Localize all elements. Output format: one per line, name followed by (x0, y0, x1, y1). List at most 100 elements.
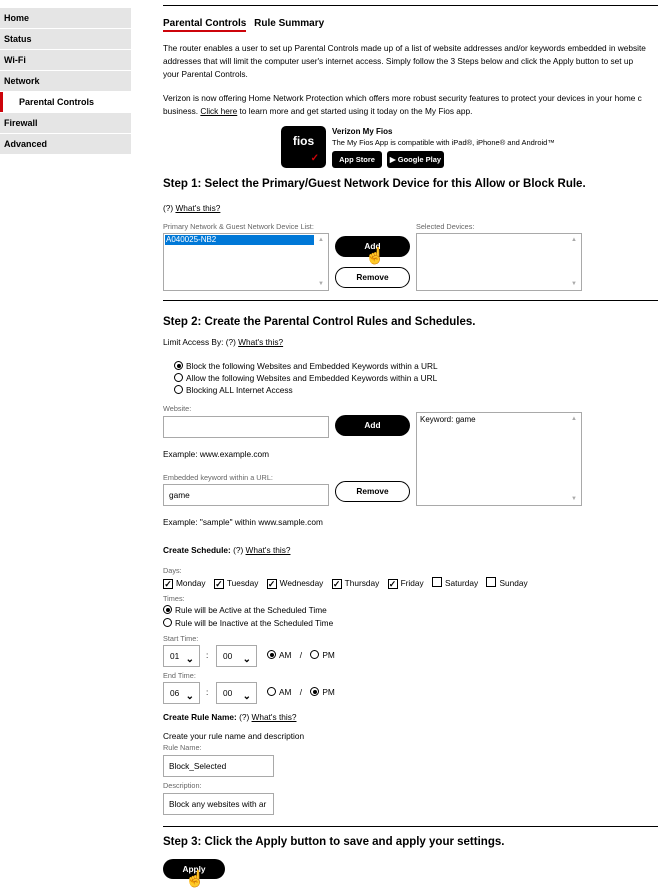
keyword-input[interactable]: game (163, 484, 329, 506)
description-input[interactable]: Block any websites with ar (163, 793, 274, 815)
checkbox-icon[interactable] (486, 577, 497, 587)
radio-icon[interactable] (174, 361, 183, 370)
checkbox-checked-icon[interactable]: ✓ (387, 579, 398, 589)
tab-rule-summary[interactable]: Rule Summary (254, 18, 324, 30)
checkbox-checked-icon[interactable]: ✓ (163, 579, 173, 589)
end-am-radio[interactable]: AM (267, 687, 291, 697)
sidebar-item-status[interactable]: Status (0, 29, 131, 49)
day-label: Friday (400, 578, 424, 588)
day-thursday[interactable]: ✓ Thursday (331, 578, 379, 589)
ampm-slash: / (299, 650, 303, 660)
add-rule-button[interactable]: Add (335, 415, 410, 436)
pm-label: PM (322, 650, 335, 660)
sidebar-item-wifi[interactable]: Wi-Fi (0, 50, 131, 70)
sidebar-item-firewall[interactable]: Firewall (0, 113, 131, 133)
radio-icon[interactable] (163, 618, 172, 627)
schedule-help-prefix: (?) (230, 545, 246, 555)
rule-whats-this-link[interactable]: What's this? (252, 712, 297, 722)
tab-parental-controls[interactable]: Parental Controls (163, 18, 247, 32)
scroll-down-icon[interactable]: ▼ (571, 496, 577, 502)
app-store-button[interactable]: App Store (332, 151, 382, 168)
time-colon: : (206, 687, 209, 697)
day-saturday[interactable]: Saturday (431, 577, 478, 588)
radio-icon[interactable] (267, 687, 276, 696)
option-block-sites[interactable]: Block the following Websites and Embedde… (174, 361, 438, 371)
end-pm-radio[interactable]: PM (310, 687, 335, 697)
device-listbox[interactable]: A040025-NB2 ▲ ▼ (163, 233, 329, 291)
option-label: Rule will be Active at the Scheduled Tim… (175, 605, 327, 615)
radio-icon[interactable] (310, 650, 320, 659)
radio-icon[interactable] (310, 687, 320, 696)
fios-logo[interactable]: fios ✓ (281, 126, 326, 168)
device-option[interactable]: A040025-NB2 (165, 235, 314, 245)
option-label: Blocking ALL Internet Access (186, 385, 293, 395)
rule-name-label: Rule Name: (163, 743, 202, 752)
sidebar-item-home[interactable]: Home (0, 8, 131, 28)
website-label: Website: (163, 404, 192, 413)
scroll-down-icon[interactable]: ▼ (571, 281, 577, 287)
remove-rule-button[interactable]: Remove (335, 481, 410, 502)
option-block-all[interactable]: Blocking ALL Internet Access (174, 385, 293, 395)
option-allow-sites[interactable]: Allow the following Websites and Embedde… (174, 373, 437, 383)
checkbox-checked-icon[interactable]: ✓ (213, 579, 224, 589)
radio-icon[interactable] (174, 385, 183, 394)
rule-name-input[interactable]: Block_Selected (163, 755, 274, 777)
day-friday[interactable]: ✓ Friday (387, 578, 424, 589)
option-inactive-schedule[interactable]: Rule will be Inactive at the Scheduled T… (163, 618, 333, 628)
hnp-suffix: to learn more and get started using it t… (237, 106, 473, 116)
scroll-up-icon[interactable]: ▲ (571, 237, 577, 243)
radio-icon[interactable] (174, 373, 183, 382)
start-minute-select[interactable]: 00 ⌄ (216, 645, 257, 667)
app-subtitle: The My Fios App is compatible with iPad®… (332, 138, 555, 147)
sidebar-item-advanced[interactable]: Advanced (0, 134, 131, 154)
radio-icon[interactable] (163, 605, 172, 614)
sidebar-item-parental-controls[interactable]: Parental Controls (0, 92, 131, 112)
end-ampm: AM / PM (267, 687, 335, 697)
radio-icon[interactable] (267, 650, 276, 659)
option-label: Allow the following Websites and Embedde… (186, 373, 438, 383)
end-minute-select[interactable]: 00 ⌄ (216, 682, 257, 704)
google-play-button[interactable]: ▶ Google Play (387, 151, 444, 168)
scroll-up-icon[interactable]: ▲ (318, 237, 324, 243)
day-monday[interactable]: ✓ Monday (163, 578, 206, 589)
rules-listbox[interactable]: Keyword: game ▲ ▼ (416, 412, 582, 506)
end-minute-value: 00 (223, 688, 233, 698)
start-pm-radio[interactable]: PM (310, 650, 335, 660)
step1-whats-this-link[interactable]: What's this? (175, 203, 220, 213)
checkbox-checked-icon[interactable]: ✓ (331, 579, 342, 589)
day-label: Tuesday (226, 578, 259, 588)
end-hour-select[interactable]: 06 ⌄ (163, 682, 200, 704)
website-input[interactable] (163, 416, 329, 438)
rule-entry[interactable]: Keyword: game (420, 415, 476, 424)
google-play-label: Google Play (397, 155, 442, 164)
chevron-down-icon: ⌄ (185, 691, 194, 702)
scroll-up-icon[interactable]: ▲ (571, 416, 577, 422)
sidebar-item-network[interactable]: Network (0, 71, 131, 91)
limit-whats-this-link[interactable]: What's this? (238, 337, 283, 347)
day-wednesday[interactable]: ✓ Wednesday (266, 578, 323, 589)
day-tuesday[interactable]: ✓ Tuesday (213, 578, 259, 589)
click-here-link[interactable]: Click here (200, 106, 237, 116)
app-store-label: App Store (339, 155, 375, 164)
schedule-whats-this-link[interactable]: What's this? (246, 545, 291, 555)
scroll-down-icon[interactable]: ▼ (318, 281, 324, 287)
check-icon: ✓ (310, 153, 319, 164)
remove-device-button[interactable]: Remove (335, 267, 410, 288)
hnp-line-2: business. Click here to learn more and g… (163, 105, 658, 119)
selected-devices-listbox[interactable]: ▲ ▼ (416, 233, 582, 291)
selected-devices-label: Selected Devices: (416, 222, 475, 231)
start-time-label: Start Time: (163, 634, 199, 643)
end-hour-value: 06 (170, 688, 180, 698)
start-am-radio[interactable]: AM (267, 650, 291, 660)
step1-help: (?) What's this? (163, 203, 220, 213)
fios-logo-text: fios (292, 134, 315, 148)
option-active-schedule[interactable]: Rule will be Active at the Scheduled Tim… (163, 605, 327, 615)
checkbox-checked-icon[interactable]: ✓ (266, 579, 277, 589)
times-label: Times: (163, 594, 185, 603)
hand-cursor-icon: ☝ (365, 248, 385, 265)
intro-line-3: your Parental Controls. (163, 69, 248, 79)
start-hour-select[interactable]: 01 ⌄ (163, 645, 200, 667)
checkbox-icon[interactable] (431, 577, 442, 587)
day-sunday[interactable]: Sunday (486, 577, 528, 588)
chevron-down-icon: ⌄ (242, 691, 251, 702)
